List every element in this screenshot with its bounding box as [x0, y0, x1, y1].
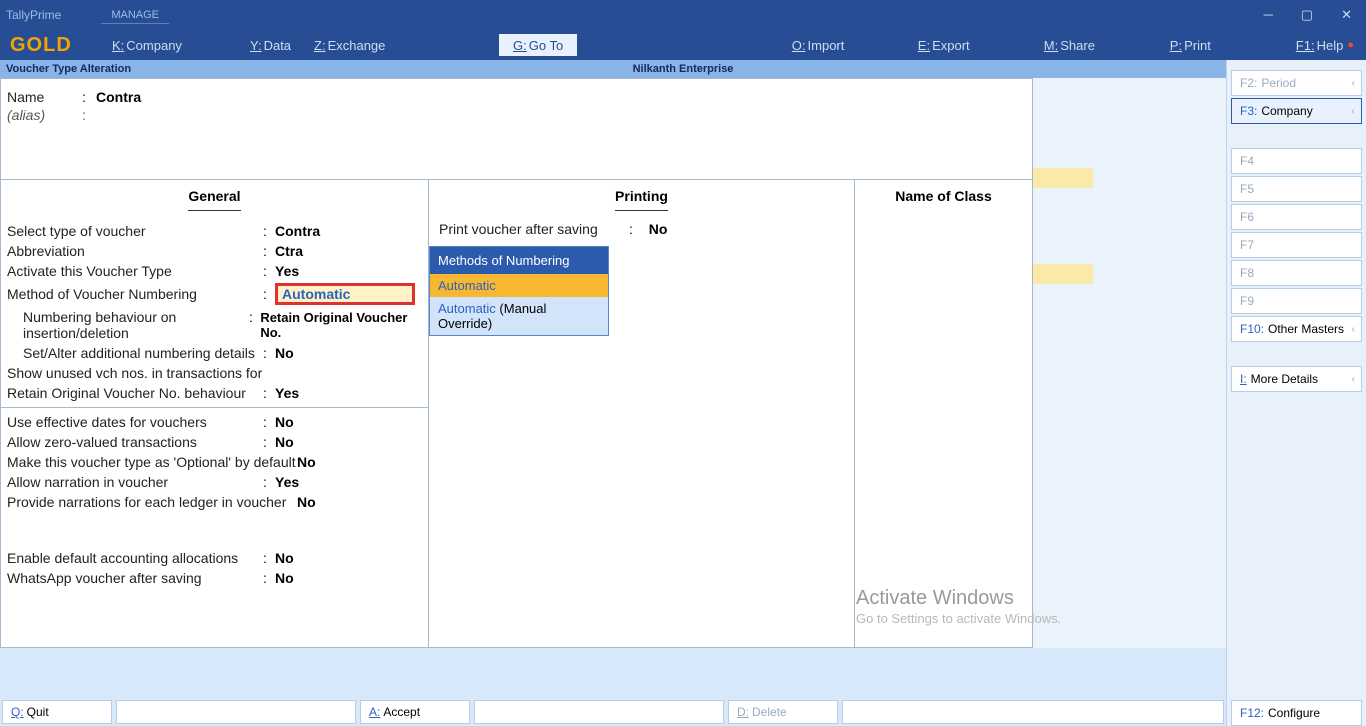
dropdown-title: Methods of Numbering — [430, 247, 608, 274]
btn-accept[interactable]: A:Accept — [360, 700, 470, 724]
btn-f6: F6 — [1231, 204, 1362, 230]
name-label: Name — [7, 89, 82, 105]
bottom-spacer-3 — [842, 700, 1224, 724]
right-function-bar: F2:Period‹ F3:Company‹ F4 F5 F6 F7 F8 F9… — [1226, 60, 1366, 726]
minimize-icon[interactable]: ─ — [1264, 7, 1273, 23]
dropdown-option-manual-override[interactable]: Automatic (Manual Override) — [430, 297, 608, 335]
menu-company[interactable]: K:Company — [100, 30, 238, 60]
bottom-bar: Q:Quit A:Accept D:Delete — [0, 698, 1226, 726]
app-name: TallyPrime — [6, 8, 61, 22]
alias-row: (alias) : — [1, 107, 1032, 127]
side-strip — [1033, 78, 1226, 648]
menu-help[interactable]: F1:Help● — [1284, 30, 1366, 60]
manage-menu[interactable]: MANAGE — [101, 7, 169, 24]
title-bar: TallyPrime MANAGE ─ ▢ ✕ — [0, 0, 1366, 30]
name-value[interactable]: Contra — [96, 89, 141, 105]
btn-f2-period: F2:Period‹ — [1231, 70, 1362, 96]
narration-value[interactable]: Yes — [275, 474, 299, 490]
btn-f9: F9 — [1231, 288, 1362, 314]
workspace: Name : Contra (alias) : General Select t… — [0, 78, 1226, 698]
numbering-methods-dropdown: Methods of Numbering Automatic Automatic… — [429, 246, 609, 336]
whatsapp-value[interactable]: No — [275, 570, 294, 586]
activate-value[interactable]: Yes — [275, 263, 299, 279]
columns: General Select type of voucher:Contra Ab… — [1, 179, 1032, 647]
btn-f10-other-masters[interactable]: F10:Other Masters‹ — [1231, 316, 1362, 342]
main-panel: Name : Contra (alias) : General Select t… — [0, 78, 1033, 648]
zero-val-value[interactable]: No — [275, 434, 294, 450]
side-highlight-1 — [1033, 168, 1093, 188]
maximize-icon[interactable]: ▢ — [1301, 7, 1313, 23]
general-heading: General — [188, 180, 240, 211]
btn-f5: F5 — [1231, 176, 1362, 202]
enable-alloc-value[interactable]: No — [275, 550, 294, 566]
alias-label: (alias) — [7, 107, 82, 123]
ledger-narr-value[interactable]: No — [297, 494, 316, 510]
col-name-of-class: Name of Class — [855, 180, 1032, 647]
type-value[interactable]: Contra — [275, 223, 320, 239]
btn-f7: F7 — [1231, 232, 1362, 258]
side-highlight-2 — [1033, 264, 1093, 284]
menu-import[interactable]: O:Import — [780, 30, 906, 60]
window-controls: ─ ▢ ✕ — [1264, 7, 1360, 23]
eff-dates-value[interactable]: No — [275, 414, 294, 430]
btn-f4: F4 — [1231, 148, 1362, 174]
btn-delete: D:Delete — [728, 700, 838, 724]
numbering-behaviour-value[interactable]: Retain Original Voucher No. — [260, 310, 422, 340]
menu-row: K:Company Y:Data Z:Exchange G:Go To O:Im… — [100, 30, 1366, 60]
col-printing: Printing Print voucher after saving: No … — [429, 180, 855, 647]
sub-header: Voucher Type Alteration Nilkanth Enterpr… — [0, 60, 1366, 78]
menu-data[interactable]: Y:Data — [238, 30, 302, 60]
edition-label: GOLD — [0, 34, 100, 57]
printing-heading: Printing — [615, 180, 668, 211]
rhs-bottom: F12:Configure — [1226, 698, 1366, 726]
menu-print[interactable]: P:Print — [1158, 30, 1284, 60]
dropdown-option-automatic[interactable]: Automatic — [430, 274, 608, 297]
btn-more-details[interactable]: I:More Details‹ — [1231, 366, 1362, 392]
btn-quit[interactable]: Q:Quit — [2, 700, 112, 724]
print-after-value[interactable]: No — [649, 221, 668, 237]
bottom-spacer-2 — [474, 700, 724, 724]
screen-title: Voucher Type Alteration — [6, 63, 131, 75]
method-numbering-input[interactable]: Automatic — [275, 283, 415, 305]
menu-goto[interactable]: G:Go To — [498, 33, 578, 57]
name-of-class-heading: Name of Class — [895, 180, 991, 210]
name-row: Name : Contra — [1, 79, 1032, 107]
show-unused-value[interactable]: Yes — [275, 385, 299, 401]
btn-f12-configure[interactable]: F12:Configure — [1231, 700, 1362, 726]
btn-f8: F8 — [1231, 260, 1362, 286]
help-dot-icon: ● — [1347, 39, 1354, 51]
menu-share[interactable]: M:Share — [1032, 30, 1158, 60]
abbr-value[interactable]: Ctra — [275, 243, 303, 259]
menu-exchange[interactable]: Z:Exchange — [302, 30, 394, 60]
btn-f3-company[interactable]: F3:Company‹ — [1231, 98, 1362, 124]
bottom-spacer-1 — [116, 700, 356, 724]
set-alter-value[interactable]: No — [275, 345, 294, 361]
main-menu-bar: GOLD K:Company Y:Data Z:Exchange G:Go To… — [0, 30, 1366, 60]
menu-export[interactable]: E:Export — [906, 30, 1032, 60]
company-name: Nilkanth Enterprise — [633, 63, 734, 75]
windows-activation-watermark: Activate Windows Go to Settings to activ… — [856, 585, 1156, 628]
col-general: General Select type of voucher:Contra Ab… — [1, 180, 429, 647]
close-icon[interactable]: ✕ — [1341, 7, 1352, 23]
optional-value[interactable]: No — [297, 454, 316, 470]
